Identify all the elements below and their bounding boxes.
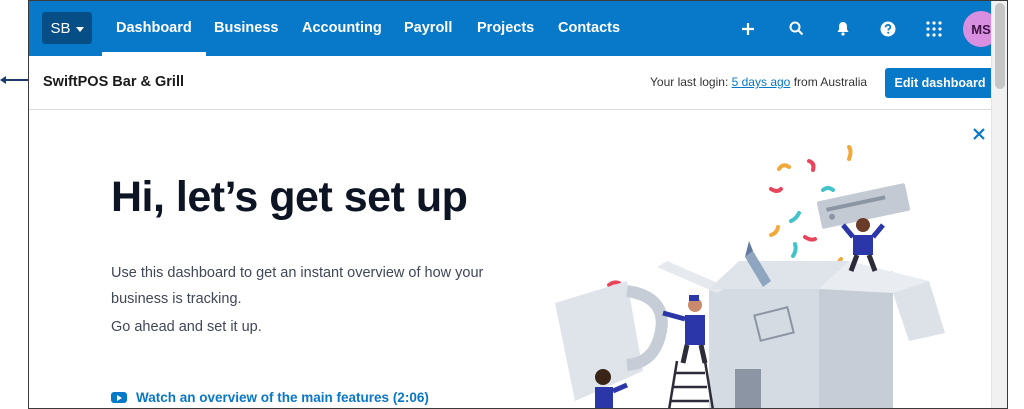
last-login-prefix: Your last login: bbox=[650, 75, 729, 89]
vertical-scrollbar[interactable] bbox=[991, 1, 1007, 408]
pointer-arrow bbox=[0, 73, 28, 87]
apps-grid-icon[interactable] bbox=[922, 1, 946, 56]
nav-item-contacts[interactable]: Contacts bbox=[558, 1, 620, 56]
org-name: SwiftPOS Bar & Grill bbox=[43, 74, 184, 90]
last-login-link[interactable]: 5 days ago bbox=[732, 75, 791, 89]
nav-item-dashboard[interactable]: Dashboard bbox=[102, 1, 206, 56]
app-window: SB Dashboard Business Accounting Payroll… bbox=[28, 0, 1008, 409]
watch-overview-link[interactable]: Watch an overview of the main features (… bbox=[111, 390, 429, 405]
setup-description: Use this dashboard to get an instant ove… bbox=[111, 265, 484, 307]
org-switcher-button[interactable]: SB bbox=[42, 12, 92, 44]
setup-panel: Hi, let’s get set up Use this dashboard … bbox=[29, 111, 992, 408]
dashboard-header: SwiftPOS Bar & Grill Your last login: 5 … bbox=[29, 56, 995, 110]
nav-item-payroll[interactable]: Payroll bbox=[404, 1, 452, 56]
plus-icon[interactable] bbox=[737, 1, 759, 56]
video-play-icon bbox=[111, 392, 127, 403]
setup-title: Hi, let’s get set up bbox=[111, 173, 468, 221]
edit-dashboard-button[interactable]: Edit dashboard bbox=[885, 68, 995, 98]
scrollbar-thumb[interactable] bbox=[995, 3, 1005, 89]
last-login-suffix: from Australia bbox=[793, 75, 868, 89]
nav-item-accounting[interactable]: Accounting bbox=[302, 1, 382, 56]
org-short-label: SB bbox=[50, 19, 71, 37]
last-login-info: Your last login: 5 days ago from Austral… bbox=[650, 75, 867, 89]
caret-down-icon bbox=[75, 26, 84, 32]
nav-item-business[interactable]: Business bbox=[214, 1, 278, 56]
bell-icon[interactable] bbox=[832, 1, 854, 56]
nav-item-projects[interactable]: Projects bbox=[477, 1, 534, 56]
top-navigation: SB Dashboard Business Accounting Payroll… bbox=[29, 1, 1007, 56]
setup-illustration bbox=[555, 145, 945, 408]
watch-overview-label: Watch an overview of the main features (… bbox=[136, 390, 429, 405]
search-icon[interactable] bbox=[785, 1, 807, 56]
setup-description-2: Go ahead and set it up. bbox=[111, 319, 262, 335]
help-icon[interactable] bbox=[877, 1, 899, 56]
